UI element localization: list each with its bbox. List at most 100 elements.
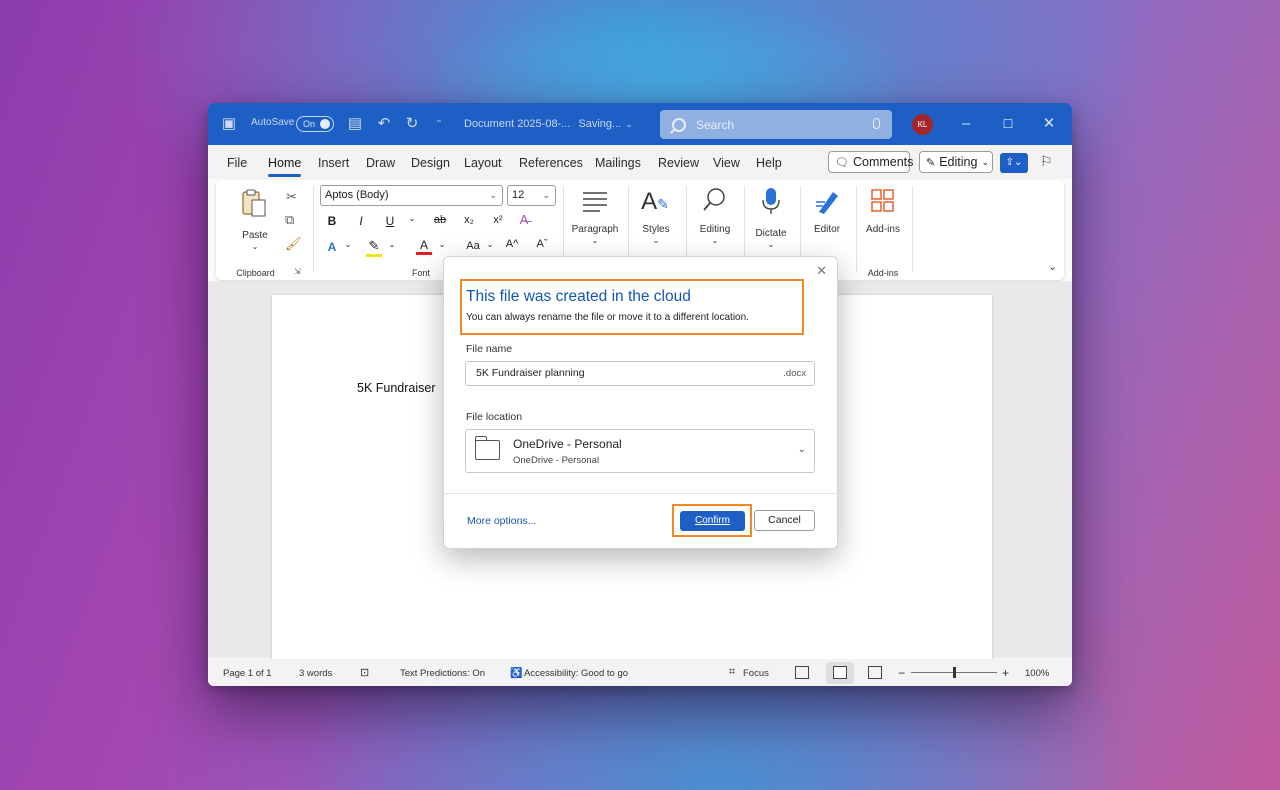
minimize-icon[interactable]: – xyxy=(956,114,976,134)
superscript-button[interactable]: x² xyxy=(490,214,506,226)
avatar[interactable]: KL xyxy=(912,114,933,135)
zoom-in-button[interactable]: + xyxy=(1002,666,1009,680)
title-bar: ▣ AutoSave On ▤ ↶ ↻ ⁼ Document 2025-08-.… xyxy=(208,103,1072,145)
search-placeholder: Search xyxy=(696,117,735,132)
subscript-button[interactable]: x₂ xyxy=(461,214,477,226)
maximize-icon[interactable]: ☐ xyxy=(998,114,1018,134)
dialog-launcher-icon[interactable]: ⇲ xyxy=(294,267,301,276)
comments-button[interactable]: 🗨 Comments xyxy=(828,151,913,173)
tab-layout[interactable]: Layout xyxy=(464,156,502,170)
tab-home[interactable]: Home xyxy=(268,156,302,177)
autosave-toggle[interactable]: On xyxy=(296,116,334,132)
file-name-value: 5K Fundraiser planning xyxy=(476,367,585,379)
location-sub-text: OneDrive - Personal xyxy=(513,455,600,466)
editing-mode-button[interactable]: ✎ Editing ⌄ xyxy=(919,151,993,173)
editor-pen-icon xyxy=(816,192,838,214)
addins-icon[interactable] xyxy=(868,188,898,219)
editor-icon[interactable] xyxy=(812,188,842,221)
paste-button[interactable] xyxy=(236,188,272,218)
zoom-out-button[interactable]: − xyxy=(898,666,905,680)
underline-button[interactable]: U xyxy=(382,214,398,228)
chevron-down-icon: ⌄ xyxy=(767,240,775,249)
cancel-button[interactable]: Cancel xyxy=(754,510,815,531)
more-options-link[interactable]: More options... xyxy=(467,515,536,527)
document-title[interactable]: Document 2025-08-... Saving... ⌄ xyxy=(464,118,633,130)
save-status: Saving... xyxy=(578,118,622,130)
tab-references[interactable]: References xyxy=(519,156,583,170)
confirm-button[interactable]: Confirm xyxy=(680,511,745,531)
paragraph-label: Paragraph xyxy=(571,224,619,235)
tab-mailings[interactable]: Mailings xyxy=(595,156,641,170)
tab-insert[interactable]: Insert xyxy=(318,156,349,170)
redo-icon[interactable]: ↻ xyxy=(403,115,421,133)
focus-button[interactable]: Focus xyxy=(743,668,769,679)
divider xyxy=(912,186,913,272)
paragraph-button[interactable] xyxy=(578,190,612,217)
text-effects-color-icon[interactable]: A xyxy=(324,240,340,254)
share-button[interactable]: ⇪⌄ xyxy=(1000,153,1028,173)
page-count[interactable]: Page 1 of 1 xyxy=(223,668,272,679)
word-app-icon: ▣ xyxy=(221,115,237,132)
tab-file[interactable]: File xyxy=(227,156,247,170)
chevron-down-icon[interactable]: ⌄ xyxy=(404,214,420,223)
comment-icon: 🗨 xyxy=(835,156,849,169)
read-mode-icon[interactable] xyxy=(795,666,809,679)
document-body-text[interactable]: 5K Fundraiser xyxy=(357,381,436,395)
dictate-icon[interactable] xyxy=(758,186,784,221)
font-color-button[interactable]: A xyxy=(416,238,432,255)
collapse-ribbon-icon[interactable]: ⌄ xyxy=(1048,260,1057,273)
paste-icon xyxy=(242,189,266,217)
copy-icon[interactable]: ⧉ xyxy=(285,212,294,228)
tab-draw[interactable]: Draw xyxy=(366,156,395,170)
chevron-down-icon[interactable]: ⌄ xyxy=(482,240,498,249)
text-effects-icon[interactable]: A̶ xyxy=(516,212,532,227)
styles-icon[interactable]: A✎ xyxy=(640,188,670,216)
shrink-font-button[interactable]: Aˇ xyxy=(534,238,550,250)
font-size-select[interactable]: 12 ⌄ xyxy=(507,185,556,206)
file-name-input[interactable]: 5K Fundraiser planning .docx xyxy=(465,361,815,386)
microphone-icon[interactable] xyxy=(873,118,880,129)
search-input[interactable]: Search xyxy=(660,110,892,139)
strikethrough-button[interactable]: ab xyxy=(432,214,448,226)
font-name-select[interactable]: Aptos (Body) ⌄ xyxy=(320,185,503,206)
chevron-down-icon: ⌄ xyxy=(591,236,599,245)
highlight-icon[interactable]: ✎ xyxy=(366,238,382,257)
tab-design[interactable]: Design xyxy=(411,156,450,170)
undo-icon[interactable]: ↶ xyxy=(375,115,393,133)
word-count[interactable]: 3 words xyxy=(299,668,332,679)
zoom-level[interactable]: 100% xyxy=(1025,668,1049,679)
customize-toolbar-icon[interactable]: ⁼ xyxy=(430,115,448,133)
web-layout-icon[interactable] xyxy=(868,666,882,679)
italic-button[interactable]: I xyxy=(353,214,369,228)
bold-button[interactable]: B xyxy=(324,214,340,228)
save-to-cloud-dialog: ✕ This file was created in the cloud You… xyxy=(443,256,838,549)
feedback-icon[interactable]: ⚐ xyxy=(1040,153,1058,171)
file-location-select[interactable]: OneDrive - Personal OneDrive - Personal … xyxy=(465,429,815,473)
close-icon[interactable]: ✕ xyxy=(816,263,827,279)
chevron-down-icon: ⌄ xyxy=(542,190,550,200)
editing-search-icon[interactable] xyxy=(700,186,730,219)
autosave-state: On xyxy=(303,119,316,129)
grow-font-button[interactable]: A^ xyxy=(504,238,520,250)
tab-help[interactable]: Help xyxy=(756,156,782,170)
proofing-icon[interactable]: ⊡ xyxy=(360,666,369,679)
share-icon: ⇪⌄ xyxy=(1005,157,1023,168)
dialog-title: This file was created in the cloud xyxy=(466,288,691,305)
tab-review[interactable]: Review xyxy=(658,156,699,170)
chevron-down-icon[interactable]: ⌄ xyxy=(340,240,356,249)
format-painter-icon[interactable]: 🖌 xyxy=(285,236,302,252)
chevron-down-icon[interactable]: ⌄ xyxy=(238,242,272,251)
chevron-down-icon[interactable]: ⌄ xyxy=(434,240,450,249)
tab-view[interactable]: View xyxy=(713,156,740,170)
zoom-slider-handle[interactable] xyxy=(953,667,956,678)
print-layout-icon[interactable] xyxy=(833,666,847,679)
close-icon[interactable]: ✕ xyxy=(1039,114,1059,134)
chevron-down-icon: ⌄ xyxy=(797,444,806,455)
chevron-down-icon[interactable]: ⌄ xyxy=(384,240,400,249)
accessibility-status[interactable]: Accessibility: Good to go xyxy=(524,668,628,679)
change-case-button[interactable]: Aa xyxy=(462,240,484,252)
text-predictions[interactable]: Text Predictions: On xyxy=(400,668,485,679)
paragraph-icon xyxy=(583,192,607,212)
cut-icon[interactable]: ✂ xyxy=(286,189,297,205)
save-icon[interactable]: ▤ xyxy=(346,115,364,133)
